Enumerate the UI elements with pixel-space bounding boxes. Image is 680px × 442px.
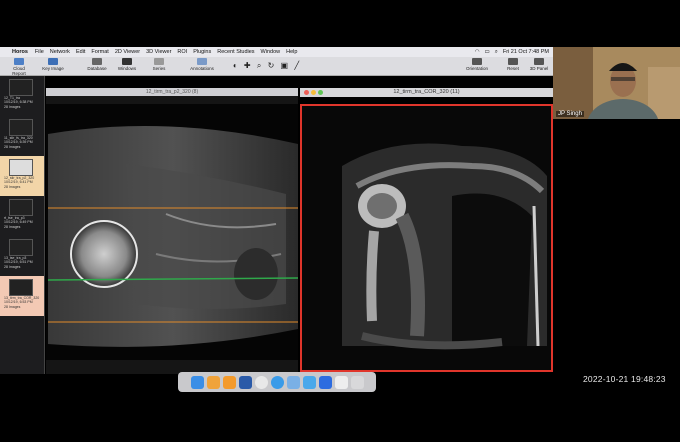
zoom-icon[interactable]: [318, 375, 332, 389]
reset-icon: [508, 58, 518, 65]
thumbnail-image: [9, 79, 33, 96]
thumbnail-image: [9, 159, 33, 176]
participant-name: JP Singh: [556, 111, 584, 117]
database-label: Database: [87, 66, 107, 71]
cloud-report-button[interactable]: Cloud Report: [6, 58, 32, 76]
tool-palette: ◐ ✚ ⌕ ↻ ▣ ╱: [232, 61, 302, 71]
windows-icon: [122, 58, 132, 65]
zoom-window-icon[interactable]: [318, 90, 323, 95]
series-button[interactable]: Series: [146, 58, 172, 71]
viewer-toolbar: Cloud Report Key Image Database Windows …: [0, 57, 553, 76]
pages-icon[interactable]: [222, 375, 236, 389]
series-thumbnail[interactable]: 11_stir_fs_tra_320 10/12/19, 6:39 PM 28 …: [0, 116, 44, 156]
series-icon: [154, 58, 164, 65]
orientation-icon: [472, 58, 482, 65]
annotations-icon: [197, 58, 207, 65]
thumbnail-caption: 12_stir_tra_p2_320 10/12/19, 6:41 PM 28 …: [4, 176, 35, 189]
menu-clock[interactable]: Fri 21 Oct 7:48 PM: [503, 49, 549, 55]
close-icon[interactable]: [304, 90, 309, 95]
thumbnail-image: [9, 239, 33, 256]
window-controls: [304, 90, 323, 95]
menu-plugins[interactable]: Plugins: [193, 49, 211, 55]
windows-label: Windows: [117, 66, 137, 71]
viewer-title-axial: 12_tirm_tra_p2_320 (8): [46, 88, 298, 96]
move-tool-icon[interactable]: ✚: [244, 61, 253, 70]
menu-format[interactable]: Format: [91, 49, 108, 55]
coronal-image-view[interactable]: [300, 104, 553, 372]
rotate-tool-icon[interactable]: ↻: [268, 61, 277, 70]
safari-icon[interactable]: [270, 375, 284, 389]
series-thumbnail[interactable]: 12_T1_tra 10/12/19, 6:38 PM 28 Images: [0, 76, 44, 116]
menu-app-name[interactable]: Horos: [12, 49, 28, 55]
menu-file[interactable]: File: [35, 49, 44, 55]
menu-window[interactable]: Window: [261, 49, 281, 55]
search-icon[interactable]: ⌕: [495, 49, 498, 56]
zoom-tool-icon[interactable]: ⌕: [257, 61, 263, 70]
menu-recent-studies[interactable]: Recent Studies: [217, 49, 254, 55]
coronal-mri-image: [302, 106, 551, 370]
trash-icon[interactable]: [350, 375, 364, 389]
contrast-tool-icon[interactable]: ◐: [233, 61, 240, 70]
word-icon[interactable]: [238, 375, 252, 389]
thumbnail-caption: rt_tse_tra_p3 10/12/19, 6:49 PM 28 Image…: [4, 216, 33, 229]
series-thumbnail-selected[interactable]: 12_stir_tra_p2_320 10/12/19, 6:41 PM 28 …: [0, 156, 44, 196]
mail-icon[interactable]: [302, 375, 316, 389]
menu-help[interactable]: Help: [286, 49, 297, 55]
windows-button[interactable]: Windows: [114, 58, 140, 71]
horos-icon[interactable]: [286, 375, 300, 389]
annotations-button[interactable]: Annotations: [186, 58, 218, 71]
thumbnail-caption: 11_stir_fs_tra_320 10/12/19, 6:39 PM 28 …: [4, 136, 33, 149]
thumbnail-caption: 13_tse_tra_p3 10/12/19, 6:51 PM 28 Image…: [4, 256, 33, 269]
coronal-viewer-window[interactable]: 12_tirm_tra_COR_320 (11): [300, 88, 553, 372]
key-icon: [48, 58, 58, 65]
orientation-label: Orientation: [465, 66, 488, 71]
viewer-title-coronal: 12_tirm_tra_COR_320 (11): [300, 88, 553, 97]
series-thumbnail[interactable]: rt_tse_tra_p3 10/12/19, 6:49 PM 28 Image…: [0, 196, 44, 236]
menu-network[interactable]: Network: [50, 49, 70, 55]
photos-icon[interactable]: [206, 375, 220, 389]
key-image-button[interactable]: Key Image: [40, 58, 66, 71]
thumbnail-caption: 13_tirm_tra_COR_320 10/12/19, 6:53 PM 28…: [4, 296, 40, 309]
preview-icon[interactable]: [334, 375, 348, 389]
axial-mri-image: [46, 104, 298, 360]
menu-2d-viewer[interactable]: 2D Viewer: [115, 49, 140, 55]
axial-image-view[interactable]: [46, 104, 298, 360]
thumbnail-image: [9, 279, 33, 296]
cloud-icon: [14, 58, 24, 65]
finder-icon[interactable]: [190, 375, 204, 389]
recording-timestamp: 2022-10-21 19:48:23: [583, 374, 666, 384]
menu-edit[interactable]: Edit: [76, 49, 85, 55]
thumbnail-caption: 12_T1_tra 10/12/19, 6:38 PM 28 Images: [4, 96, 33, 109]
menu-bar: Horos File Network Edit Format 2D Viewer…: [0, 47, 553, 57]
series-thumbnail-list: 12_T1_tra 10/12/19, 6:38 PM 28 Images 11…: [0, 76, 45, 374]
annotations-label: Annotations: [190, 66, 214, 71]
3d-panel-icon: [534, 58, 544, 65]
series-thumbnail[interactable]: 13_tse_tra_p3 10/12/19, 6:51 PM 28 Image…: [0, 236, 44, 276]
macos-dock: [178, 372, 376, 392]
3d-panel-button[interactable]: 3D Panel: [528, 58, 550, 71]
key-image-label: Key Image: [42, 66, 64, 71]
thumbnail-image: [9, 119, 33, 136]
orientation-button[interactable]: Orientation: [462, 58, 492, 71]
axial-viewer-window[interactable]: 12_tirm_tra_p2_320 (8): [46, 88, 298, 374]
database-button[interactable]: Database: [84, 58, 110, 71]
menu-3d-viewer[interactable]: 3D Viewer: [146, 49, 171, 55]
crop-tool-icon[interactable]: ▣: [281, 61, 291, 70]
thumbnail-image: [9, 199, 33, 216]
menu-roi[interactable]: ROI: [177, 49, 187, 55]
reset-label: Reset: [507, 66, 519, 71]
3d-panel-label: 3D Panel: [529, 66, 549, 71]
series-label: Series: [152, 66, 166, 71]
minimize-icon[interactable]: [311, 90, 316, 95]
chrome-icon[interactable]: [254, 375, 268, 389]
reset-button[interactable]: Reset: [502, 58, 524, 71]
cloud-report-label: Cloud Report: [12, 66, 26, 76]
ruler-tool-icon[interactable]: ╱: [294, 61, 301, 70]
battery-icon[interactable]: ▭: [485, 49, 490, 55]
webcam-participant-tile: JP Singh: [553, 47, 680, 119]
wifi-icon[interactable]: ◠: [475, 49, 480, 55]
participant-video: [553, 47, 680, 119]
database-icon: [92, 58, 102, 65]
series-thumbnail-active[interactable]: 13_tirm_tra_COR_320 10/12/19, 6:53 PM 28…: [0, 276, 44, 316]
